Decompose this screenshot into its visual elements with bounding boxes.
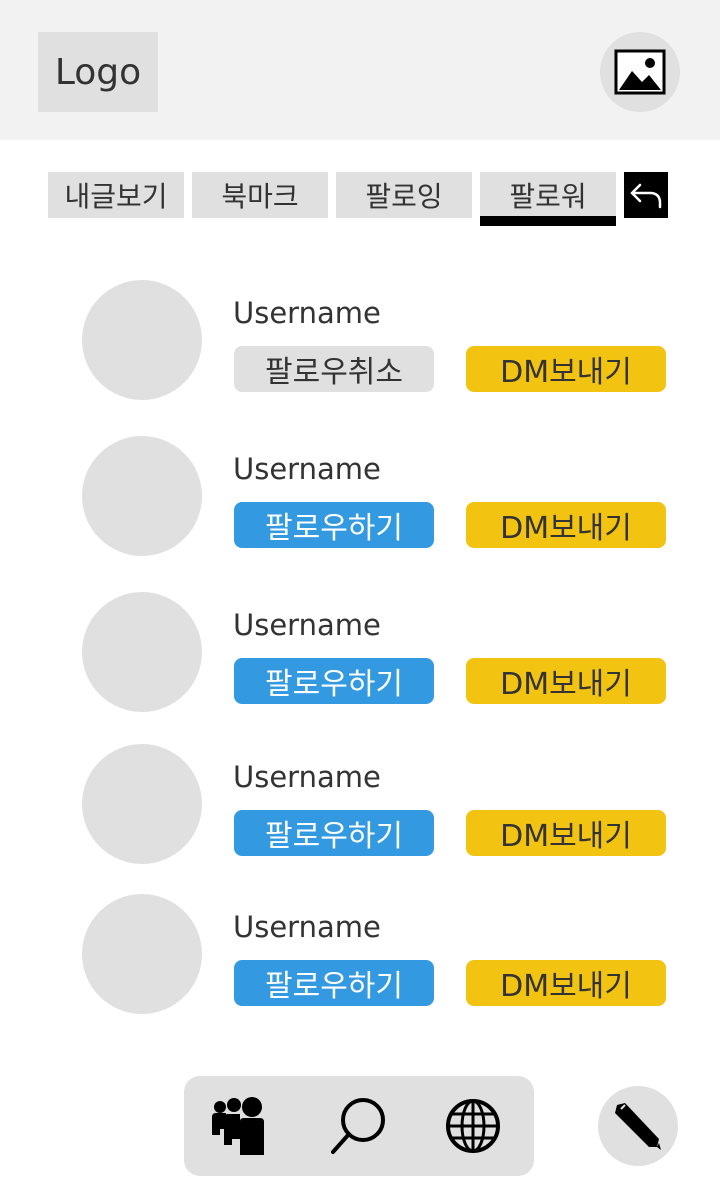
tab-my-posts[interactable]: 내글보기	[48, 172, 184, 218]
user-row: Username 팔로우하기 DM보내기	[0, 592, 720, 712]
user-avatar[interactable]	[82, 894, 202, 1014]
username[interactable]: Username	[233, 760, 381, 794]
username[interactable]: Username	[233, 452, 381, 486]
people-icon	[212, 1097, 264, 1155]
user-avatar[interactable]	[82, 592, 202, 712]
user-row: Username 팔로우하기 DM보내기	[0, 436, 720, 556]
nav-people-button[interactable]	[208, 1094, 272, 1158]
profile-image-button[interactable]	[600, 32, 680, 112]
bottom-nav	[184, 1076, 534, 1176]
user-row: Username 팔로우취소 DM보내기	[0, 280, 720, 400]
back-button[interactable]	[624, 172, 668, 218]
image-icon	[614, 49, 666, 95]
nav-search-button[interactable]	[327, 1094, 391, 1158]
send-dm-button[interactable]: DM보내기	[466, 502, 666, 548]
username[interactable]: Username	[233, 608, 381, 642]
tab-followers[interactable]: 팔로워	[480, 172, 616, 218]
tab-bookmarks[interactable]: 북마크	[192, 172, 328, 218]
active-tab-indicator	[480, 216, 616, 226]
tab-following[interactable]: 팔로잉	[336, 172, 472, 218]
follow-button[interactable]: 팔로우하기	[234, 810, 434, 856]
unfollow-button[interactable]: 팔로우취소	[234, 346, 434, 392]
send-dm-button[interactable]: DM보내기	[466, 960, 666, 1006]
user-row: Username 팔로우하기 DM보내기	[0, 894, 720, 1014]
pencil-icon	[615, 1103, 661, 1150]
user-row: Username 팔로우하기 DM보내기	[0, 744, 720, 864]
follow-button[interactable]: 팔로우하기	[234, 658, 434, 704]
write-post-button[interactable]	[598, 1086, 678, 1166]
header: Logo	[0, 0, 720, 140]
username[interactable]: Username	[233, 910, 381, 944]
logo[interactable]: Logo	[38, 32, 158, 112]
send-dm-button[interactable]: DM보내기	[466, 810, 666, 856]
nav-globe-button[interactable]	[441, 1094, 505, 1158]
search-icon	[331, 1098, 385, 1154]
user-avatar[interactable]	[82, 744, 202, 864]
globe-icon	[446, 1099, 500, 1153]
send-dm-button[interactable]: DM보내기	[466, 346, 666, 392]
follow-button[interactable]: 팔로우하기	[234, 502, 434, 548]
username[interactable]: Username	[233, 296, 381, 330]
user-avatar[interactable]	[82, 436, 202, 556]
user-avatar[interactable]	[82, 280, 202, 400]
send-dm-button[interactable]: DM보내기	[466, 658, 666, 704]
undo-arrow-icon	[630, 183, 662, 209]
follow-button[interactable]: 팔로우하기	[234, 960, 434, 1006]
